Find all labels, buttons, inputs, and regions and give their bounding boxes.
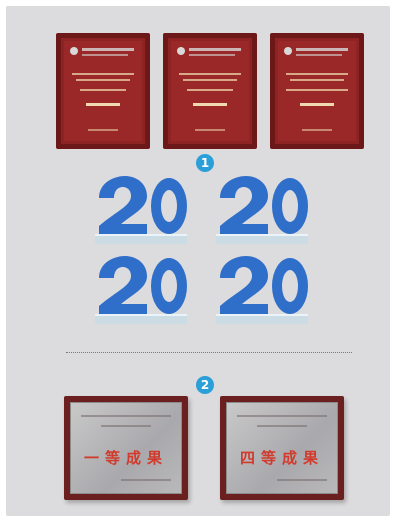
engraved-line [237,415,327,417]
certificate-plate: 四等成果 [226,402,338,494]
certificate-title: 一等成果 [83,449,168,467]
trophy-20-1 [95,176,187,244]
trophy-20-2 [216,176,308,244]
engraved-line [257,425,307,427]
certificate-plaque-1: 一等成果 [64,396,188,500]
engraved-line [81,415,171,417]
section-badge-1: 1 [196,154,214,172]
awards-panel: 1 2 一等成果 四等成果 [6,6,390,516]
award-plaque-1 [56,33,150,149]
trophy-20-4 [216,256,308,324]
award-plaque-2 [163,33,257,149]
engraved-line [121,479,171,481]
trophy-20-3 [95,256,187,324]
certificate-plaque-2: 四等成果 [220,396,344,500]
award-plaque-3 [270,33,364,149]
certificate-plate: 一等成果 [70,402,182,494]
section-badge-2: 2 [196,376,214,394]
section-divider [66,352,352,353]
certificate-title: 四等成果 [239,449,324,467]
engraved-line [101,425,151,427]
engraved-line [277,479,327,481]
